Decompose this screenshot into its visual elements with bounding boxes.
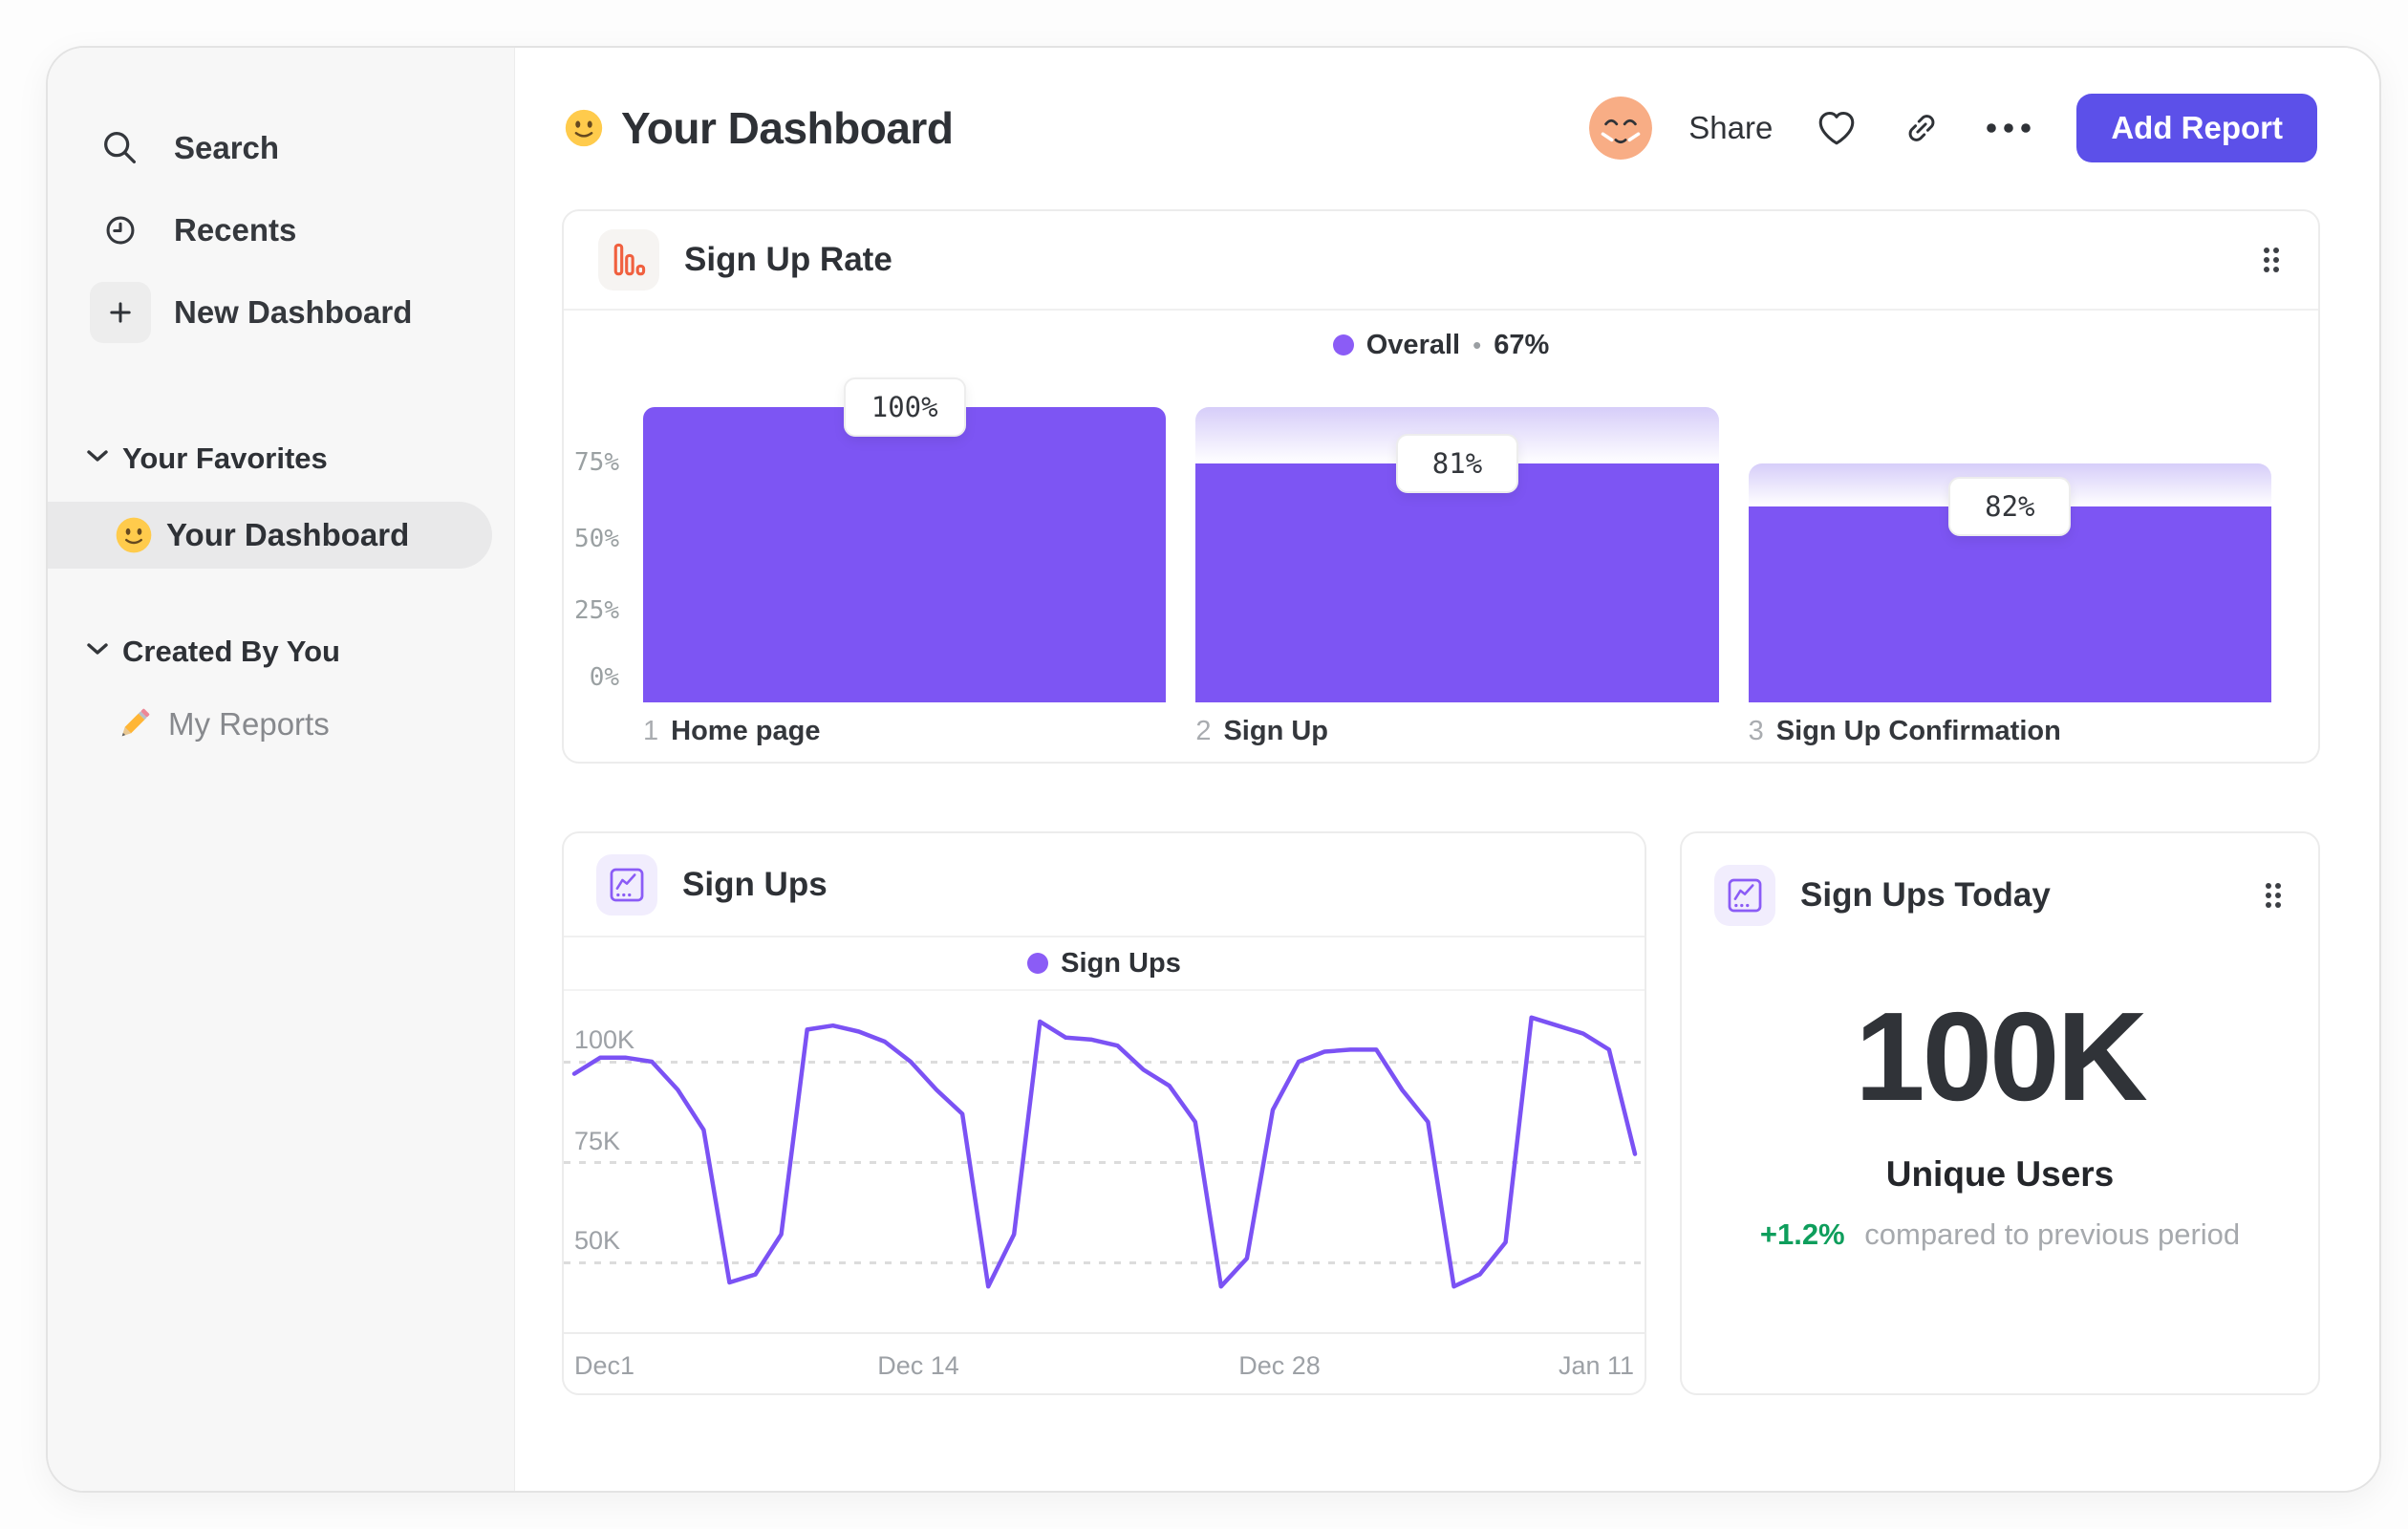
copy-link-icon[interactable] (1901, 107, 1943, 149)
value-tag: 81% (1395, 433, 1518, 493)
card-title: Sign Ups (682, 865, 828, 903)
x-axis-tick: Dec1 (574, 1351, 635, 1380)
step-label: 2 Sign Up (1195, 716, 1329, 746)
main-area: Your Dashboard Share Add Report Sign Up … (515, 48, 2379, 1491)
line-plot: 100K 75K 50K (564, 991, 1645, 1332)
search-icon (90, 118, 151, 179)
sidebar-item-search[interactable]: Search (48, 107, 514, 189)
pencil-emoji (113, 703, 155, 745)
sign-up-rate-card: Sign Up Rate Overall • 67% 75% 50% 25% 0… (562, 209, 2320, 764)
legend-dot (1027, 953, 1049, 974)
funnel-plot: 75% 50% 25% 0% 100% 81% 82% (564, 377, 2318, 702)
sidebar-section-label: Your Favorites (122, 441, 328, 475)
y-axis-tick: 50% (574, 525, 619, 553)
chevron-down-icon (86, 449, 109, 468)
sidebar-item-new-dashboard[interactable]: New Dashboard (48, 271, 514, 354)
legend-separator: • (1473, 330, 1482, 359)
legend-label: Overall (1365, 329, 1461, 360)
line-chart-icon (1714, 865, 1775, 926)
app-window: Search Recents New Dashboard Your Favori… (46, 46, 2381, 1493)
x-axis-tick: Dec 14 (877, 1351, 959, 1380)
sidebar-item-label: My Reports (168, 706, 330, 742)
legend-label: Sign Ups (1061, 947, 1181, 979)
header-actions: Share Add Report (1589, 94, 2317, 162)
drag-handle-icon[interactable] (2261, 881, 2286, 910)
y-axis-tick: 25% (574, 596, 619, 625)
line-series[interactable] (564, 991, 1645, 1332)
funnel-bar-sign-up[interactable]: 81% (1195, 407, 1719, 702)
line-legend[interactable]: Sign Ups (564, 937, 1645, 991)
x-axis-tick: Dec 28 (1238, 1351, 1321, 1380)
sidebar-section-label: Created By You (122, 635, 340, 668)
dashboard-header: Your Dashboard Share Add Report (562, 94, 2317, 162)
clock-icon (90, 200, 151, 261)
funnel-bars: 100% 81% 82% (643, 377, 2271, 702)
sidebar-item-label: Search (174, 130, 280, 165)
funnel-bar-home-page[interactable]: 100% (643, 377, 1167, 702)
kpi-metric-label: Unique Users (1885, 1154, 2115, 1194)
x-axis: Dec1 Dec 14 Dec 28 Jan 11 (564, 1332, 1645, 1395)
sidebar-item-my-reports[interactable]: My Reports (48, 690, 514, 759)
sign-ups-today-card: Sign Ups Today 100K Unique Users +1.2% c… (1680, 831, 2320, 1395)
y-axis-tick: 100K (574, 1025, 635, 1054)
funnel-legend[interactable]: Overall • 67% (564, 311, 2318, 379)
bar-chart-icon (598, 229, 659, 291)
card-title: Sign Ups Today (1800, 876, 2051, 914)
more-options-icon[interactable] (1985, 121, 2032, 135)
smiley-emoji (562, 106, 606, 150)
sidebar-item-label: New Dashboard (174, 294, 413, 330)
sidebar-item-your-dashboard-selected[interactable]: Your Dashboard (48, 502, 492, 569)
sidebar-section-your-favorites[interactable]: Your Favorites (48, 430, 514, 487)
add-report-button[interactable]: Add Report (2076, 94, 2317, 162)
kpi-comparison: +1.2% compared to previous period (1682, 1217, 2318, 1252)
step-label: 1 Home page (643, 716, 821, 746)
chevron-down-icon (86, 642, 109, 661)
step-label: 3 Sign Up Confirmation (1748, 716, 2061, 746)
legend-dot (1332, 334, 1354, 355)
y-axis-tick: 75% (574, 448, 619, 477)
sign-ups-card: Sign Ups Sign Ups 100K 75K 50K Dec1 Dec … (562, 831, 1646, 1395)
card-header: Sign Up Rate (564, 211, 2318, 311)
share-button[interactable]: Share (1688, 110, 1773, 146)
line-chart-icon (596, 853, 657, 915)
y-axis-tick: 75K (574, 1127, 621, 1155)
sidebar-item-recents[interactable]: Recents (48, 189, 514, 271)
favorite-heart-icon[interactable] (1815, 106, 1859, 150)
smiley-emoji (113, 514, 155, 556)
kpi-value: 100K (1855, 986, 2148, 1127)
legend-value: 67% (1494, 329, 1550, 360)
funnel-step-labels: 1 Home page 2 Sign Up 3 Sign Up Confirmatio… (643, 716, 2271, 747)
card-header: Sign Ups (564, 833, 1645, 937)
page-title: Your Dashboard (621, 103, 954, 153)
sidebar-item-label: Your Dashboard (166, 517, 410, 552)
funnel-bar-sign-up-confirmation[interactable]: 82% (1748, 463, 2271, 702)
plus-icon (90, 282, 151, 343)
value-tag: 82% (1948, 476, 2072, 536)
sidebar-item-label: Recents (174, 212, 297, 248)
sidebar-section-created-by-you[interactable]: Created By You (48, 623, 514, 680)
delta-note: compared to previous period (1864, 1217, 2241, 1251)
drag-handle-icon[interactable] (2259, 246, 2284, 274)
avatar[interactable] (1589, 97, 1653, 160)
y-axis-tick: 50K (574, 1226, 621, 1255)
card-header: Sign Ups Today (1682, 833, 2318, 933)
y-axis-tick: 0% (589, 663, 619, 692)
x-axis-tick: Jan 11 (1558, 1351, 1634, 1380)
sidebar-nav: Search Recents New Dashboard Your Favori… (48, 107, 514, 759)
value-tag: 100% (843, 377, 966, 437)
delta-badge: +1.2% (1759, 1217, 1845, 1251)
card-title: Sign Up Rate (684, 241, 892, 278)
sidebar: Search Recents New Dashboard Your Favori… (48, 48, 515, 1491)
